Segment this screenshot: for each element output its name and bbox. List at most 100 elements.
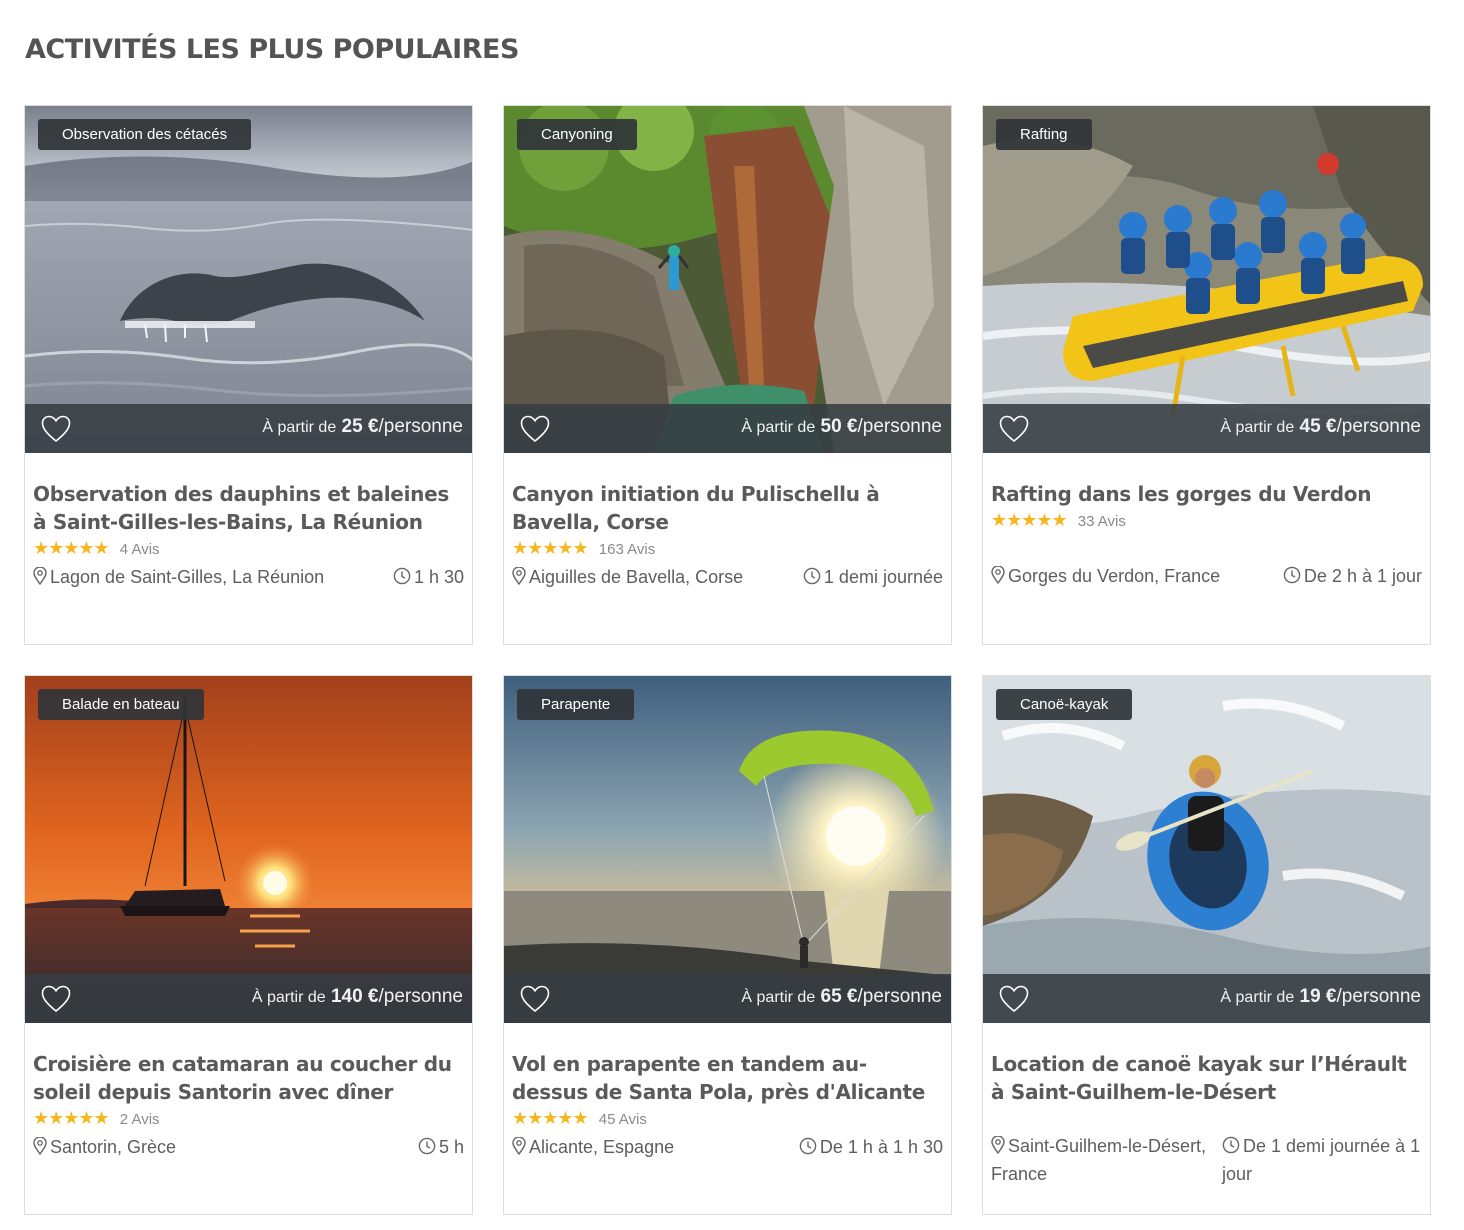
location: Aiguilles de Bavella, Corse — [512, 567, 743, 588]
location-text: Alicante, Espagne — [529, 1137, 675, 1157]
activity-title[interactable]: Croisière en catamaran au coucher du sol… — [33, 1050, 463, 1106]
map-pin-icon — [512, 567, 526, 585]
paraglider-sunset-photo — [504, 676, 951, 1023]
map-pin-icon — [512, 1137, 526, 1155]
price: À partir de 45 €/personne — [1220, 416, 1421, 438]
duration-text: 5 h — [438, 1137, 464, 1157]
raft-team-photo — [983, 106, 1430, 453]
duration-text: De 2 h à 1 jour — [1303, 566, 1422, 586]
price: À partir de 140 €/personne — [252, 986, 463, 1008]
review-count: 4 Avis — [119, 541, 160, 558]
duration: 5 h — [418, 1137, 464, 1158]
activity-image[interactable]: Parapente À partir de 65 €/personne — [504, 676, 951, 1023]
duration: 1 demi journée — [803, 567, 943, 588]
price-prefix: À partir de — [1220, 989, 1295, 1006]
clock-icon — [1283, 566, 1301, 584]
activity-image[interactable]: Rafting À partir de 45 €/personne — [983, 106, 1430, 453]
duration-text: De 1 demi journée à 1 jour — [1222, 1136, 1421, 1184]
clock-icon — [799, 1137, 817, 1155]
activity-image[interactable]: Observation des cétacés À partir de 25 €… — [25, 106, 472, 453]
price-prefix: À partir de — [1220, 419, 1295, 436]
canyon-jump-photo — [504, 106, 951, 453]
location: Saint-Guilhem-le-Désert, France — [991, 1132, 1229, 1188]
price-prefix: À partir de — [741, 989, 816, 1006]
activity-card[interactable]: Canoë-kayak À partir de 19 €/personne Lo… — [982, 675, 1431, 1215]
heart-icon[interactable] — [41, 415, 71, 443]
location: Alicante, Espagne — [512, 1137, 674, 1158]
map-pin-icon — [991, 566, 1005, 584]
activity-card[interactable]: Canyoning À partir de 50 €/personne Cany… — [503, 105, 952, 645]
price-bar: À partir de 45 €/personne — [983, 404, 1430, 453]
price-prefix: À partir de — [741, 419, 816, 436]
rating: ★★★★★ 4 Avis — [33, 538, 160, 559]
price-bar: À partir de 19 €/personne — [983, 974, 1430, 1023]
activity-card[interactable]: Balade en bateau À partir de 140 €/perso… — [24, 675, 473, 1215]
price-amount: 25 € — [341, 416, 379, 437]
activity-card[interactable]: Parapente À partir de 65 €/personne Vol … — [503, 675, 952, 1215]
price-amount: 45 € — [1299, 416, 1337, 437]
price-bar: À partir de 65 €/personne — [504, 974, 951, 1023]
review-count: 45 Avis — [598, 1111, 647, 1128]
star-rating: ★★★★★ — [512, 1108, 589, 1129]
activity-image[interactable]: Balade en bateau À partir de 140 €/perso… — [25, 676, 472, 1023]
rating: ★★★★★ 33 Avis — [991, 510, 1126, 531]
price-unit: /personne — [1336, 416, 1421, 437]
star-rating: ★★★★★ — [33, 538, 110, 559]
heart-icon[interactable] — [999, 415, 1029, 443]
location: Gorges du Verdon, France — [991, 566, 1220, 587]
location-text: Aiguilles de Bavella, Corse — [529, 567, 744, 587]
duration: De 1 demi journée à 1 jour — [1222, 1132, 1422, 1188]
activity-title[interactable]: Canyon initiation du Pulischellu à Bavel… — [512, 480, 942, 536]
activity-title[interactable]: Location de canoë kayak sur l’Hérault à … — [991, 1050, 1421, 1106]
whale-tail-photo — [25, 106, 472, 453]
activity-title[interactable]: Rafting dans les gorges du Verdon — [991, 480, 1421, 508]
price-bar: À partir de 50 €/personne — [504, 404, 951, 453]
price: À partir de 19 €/personne — [1220, 986, 1421, 1008]
map-pin-icon — [33, 1137, 47, 1155]
review-count: 33 Avis — [1077, 513, 1126, 530]
map-pin-icon — [33, 567, 47, 585]
price-amount: 19 € — [1299, 986, 1337, 1007]
price-bar: À partir de 25 €/personne — [25, 404, 472, 453]
heart-icon[interactable] — [41, 985, 71, 1013]
price-amount: 50 € — [820, 416, 858, 437]
price-unit: /personne — [857, 986, 942, 1007]
heart-icon[interactable] — [520, 415, 550, 443]
price-bar: À partir de 140 €/personne — [25, 974, 472, 1023]
star-rating: ★★★★★ — [991, 510, 1068, 531]
star-rating: ★★★★★ — [512, 538, 589, 559]
duration: De 2 h à 1 jour — [1283, 566, 1422, 587]
price-amount: 140 € — [330, 986, 379, 1007]
star-rating: ★★★★★ — [33, 1108, 110, 1129]
price: À partir de 50 €/personne — [741, 416, 942, 438]
location: Santorin, Grèce — [33, 1137, 176, 1158]
duration-text: 1 h 30 — [413, 567, 464, 587]
clock-icon — [1222, 1136, 1240, 1154]
activity-image[interactable]: Canyoning À partir de 50 €/personne — [504, 106, 951, 453]
price: À partir de 65 €/personne — [741, 986, 942, 1008]
location-text: Santorin, Grèce — [50, 1137, 177, 1157]
location-text: Lagon de Saint-Gilles, La Réunion — [50, 567, 325, 587]
activity-image[interactable]: Canoë-kayak À partir de 19 €/personne — [983, 676, 1430, 1023]
activity-title[interactable]: Vol en parapente en tandem au-dessus de … — [512, 1050, 942, 1106]
review-count: 163 Avis — [598, 541, 656, 558]
location: Lagon de Saint-Gilles, La Réunion — [33, 567, 324, 588]
duration-text: De 1 h à 1 h 30 — [819, 1137, 943, 1157]
price-amount: 65 € — [820, 986, 858, 1007]
duration: De 1 h à 1 h 30 — [799, 1137, 943, 1158]
clock-icon — [393, 567, 411, 585]
duration-text: 1 demi journée — [823, 567, 943, 587]
category-badge: Balade en bateau — [38, 689, 204, 720]
activity-card[interactable]: Observation des cétacés À partir de 25 €… — [24, 105, 473, 645]
activity-card[interactable]: Rafting À partir de 45 €/personne Raftin… — [982, 105, 1431, 645]
rating: ★★★★★ 45 Avis — [512, 1108, 647, 1129]
category-badge: Parapente — [517, 689, 635, 720]
price: À partir de 25 €/personne — [262, 416, 463, 438]
price-unit: /personne — [378, 986, 463, 1007]
activity-title[interactable]: Observation des dauphins et baleines à S… — [33, 480, 463, 536]
rating: ★★★★★ 2 Avis — [33, 1108, 160, 1129]
location-text: Saint-Guilhem-le-Désert, France — [991, 1136, 1207, 1184]
heart-icon[interactable] — [999, 985, 1029, 1013]
category-badge: Canyoning — [517, 119, 637, 150]
heart-icon[interactable] — [520, 985, 550, 1013]
